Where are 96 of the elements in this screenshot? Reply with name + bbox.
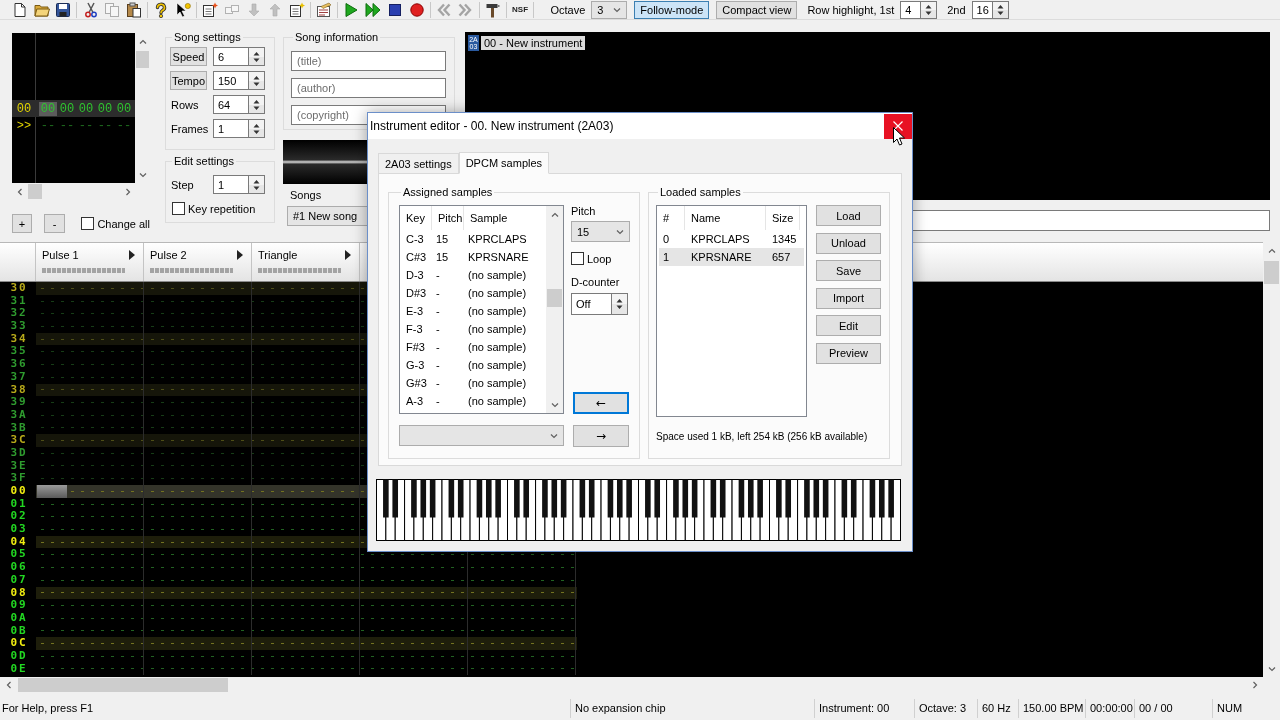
group-title: Song settings bbox=[173, 31, 242, 43]
channel-name: Pulse 2 bbox=[150, 249, 187, 261]
table-cell-text: 0 bbox=[662, 233, 671, 245]
row-number: 0C bbox=[9, 637, 29, 650]
row-number: 31 bbox=[9, 294, 29, 308]
group-title: Assigned samples bbox=[402, 186, 494, 198]
row-number: 37 bbox=[9, 370, 29, 384]
setting-label: Frames bbox=[170, 122, 207, 135]
row-number: 3A bbox=[9, 408, 29, 422]
row-number: 3F bbox=[9, 472, 29, 485]
table-cell-text: KPRCLAPS bbox=[467, 233, 528, 245]
row-number: 06 bbox=[9, 561, 29, 574]
table-cell-text: (no sample) bbox=[467, 341, 528, 353]
table-cell-text: (no sample) bbox=[467, 377, 528, 389]
group-title: Edit settings bbox=[173, 155, 235, 167]
row-number: 07 bbox=[9, 573, 29, 587]
channel-name: Triangle bbox=[258, 249, 298, 261]
row-number: 3B bbox=[9, 421, 29, 435]
row-number: 02 bbox=[9, 510, 29, 524]
status-text: Octave: 3 bbox=[914, 698, 977, 718]
toolbar-label: Octave bbox=[550, 3, 586, 16]
table-cell-text: - bbox=[435, 395, 441, 407]
status-text: 00:00:00 bbox=[1085, 698, 1134, 718]
row-number: 38 bbox=[9, 383, 29, 397]
table-cell-text: 15 bbox=[435, 233, 450, 245]
table-cell-text: (no sample) bbox=[467, 287, 528, 299]
row-number: 3C bbox=[9, 434, 29, 447]
table-cell-text: (no sample) bbox=[467, 269, 528, 281]
channel-name: Pulse 1 bbox=[42, 249, 79, 261]
group-title: Song information bbox=[294, 31, 380, 43]
toolbar-label: 2nd bbox=[947, 3, 966, 16]
table-cell-text: - bbox=[435, 269, 441, 281]
row-number: 03 bbox=[9, 523, 29, 536]
table-cell-text: E-3 bbox=[405, 305, 425, 317]
table-cell-text: KPRSNARE bbox=[467, 251, 530, 263]
field-label: Pitch bbox=[571, 205, 596, 217]
table-cell-text: G-3 bbox=[405, 359, 426, 371]
table-cell-text: 1345 bbox=[771, 233, 798, 245]
status-text: Instrument: 00 bbox=[814, 698, 914, 718]
table-cell-text: - bbox=[435, 305, 441, 317]
row-number: 35 bbox=[9, 345, 29, 359]
row-number: 05 bbox=[9, 548, 29, 562]
row-number: 3E bbox=[9, 459, 29, 473]
row-number: 36 bbox=[9, 358, 29, 371]
group-title: Loaded samples bbox=[659, 186, 742, 198]
table-cell-text: (no sample) bbox=[467, 305, 528, 317]
table-cell-text: (no sample) bbox=[467, 323, 528, 335]
table-cell-text: - bbox=[435, 341, 441, 353]
table-cell-text: 657 bbox=[771, 251, 792, 263]
status-text: For Help, press F1 bbox=[1, 701, 95, 716]
status-text: No expansion chip bbox=[570, 698, 814, 718]
table-cell-text: KPRCLAPS bbox=[690, 233, 751, 245]
setting-label: Step bbox=[170, 178, 195, 191]
row-number: 00 bbox=[9, 485, 29, 498]
frame-number: 00 bbox=[15, 101, 33, 116]
toolbar-label: Row highlight, 1st bbox=[807, 3, 895, 16]
row-number: 09 bbox=[9, 599, 29, 612]
table-cell-text: F-3 bbox=[405, 323, 424, 335]
row-number: 0E bbox=[9, 662, 29, 676]
table-cell-text: - bbox=[435, 287, 441, 299]
row-number: 01 bbox=[9, 497, 29, 511]
status-text: 60 Hz bbox=[977, 698, 1018, 718]
table-cell-text: - bbox=[435, 359, 441, 371]
table-cell-text: F#3 bbox=[405, 341, 426, 353]
row-number: 0D bbox=[9, 649, 29, 663]
table-cell-text: C#3 bbox=[405, 251, 428, 263]
row-number: 08 bbox=[9, 586, 29, 600]
row-number: 34 bbox=[9, 332, 29, 346]
status-text: 150.00 BPM bbox=[1018, 698, 1085, 718]
table-cell-text: D#3 bbox=[405, 287, 428, 299]
row-number: 3D bbox=[9, 446, 29, 460]
table-cell-text: 15 bbox=[435, 251, 450, 263]
row-number: 33 bbox=[9, 320, 29, 333]
setting-label: Rows bbox=[170, 98, 200, 111]
row-number: 0A bbox=[9, 611, 29, 625]
table-cell-text: - bbox=[435, 377, 441, 389]
table-cell-text: KPRSNARE bbox=[690, 251, 753, 263]
table-cell-text: (no sample) bbox=[467, 395, 528, 407]
table-cell-text: D-3 bbox=[405, 269, 425, 281]
songs-label: Songs bbox=[290, 189, 322, 201]
row-number: 32 bbox=[9, 307, 29, 321]
field-label: D-counter bbox=[571, 276, 620, 288]
table-cell-text: 1 bbox=[662, 251, 671, 263]
table-cell-text: G#3 bbox=[405, 377, 428, 389]
status-text: 00 / 00 bbox=[1134, 698, 1212, 718]
row-number: 04 bbox=[9, 535, 29, 549]
row-number: 30 bbox=[9, 282, 29, 295]
row-number: 0B bbox=[9, 624, 29, 638]
table-cell-text: (no sample) bbox=[467, 359, 528, 371]
table-cell-text: C-3 bbox=[405, 233, 425, 245]
status-text: NUM bbox=[1212, 698, 1262, 718]
row-number: 39 bbox=[9, 396, 29, 409]
table-cell-text: A-3 bbox=[405, 395, 425, 407]
table-cell-text: - bbox=[435, 323, 441, 335]
frame-number: >> bbox=[15, 118, 33, 133]
space-info-text: Space used 1 kB, left 254 kB (256 kB available) bbox=[656, 431, 868, 442]
